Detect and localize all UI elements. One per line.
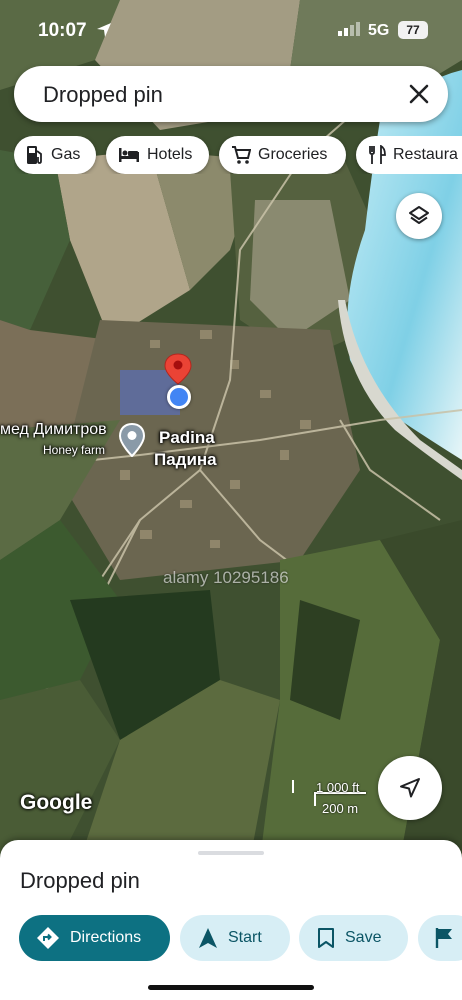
cart-icon bbox=[232, 146, 251, 164]
scale-feet-label: 1 000 ft bbox=[316, 780, 360, 795]
my-location-dot bbox=[167, 385, 191, 409]
dropped-pin-marker[interactable] bbox=[163, 353, 193, 385]
place-title: Dropped pin bbox=[20, 868, 140, 893]
start-label: Start bbox=[228, 929, 262, 946]
save-label: Save bbox=[345, 929, 382, 946]
scale-meters-label: 200 m bbox=[322, 801, 359, 816]
save-button[interactable]: Save bbox=[299, 915, 408, 961]
category-chips: Gas Hotels Groceries Restaura bbox=[14, 136, 462, 174]
watermark: alamy 10295186 bbox=[163, 568, 289, 587]
recenter-button[interactable] bbox=[378, 756, 442, 820]
bed-icon bbox=[119, 148, 139, 162]
chip-gas[interactable]: Gas bbox=[14, 136, 96, 174]
directions-icon bbox=[37, 927, 59, 949]
battery-indicator: 77 bbox=[398, 21, 428, 39]
start-button[interactable]: Start bbox=[180, 915, 290, 961]
action-buttons: Directions Start Save bbox=[0, 915, 462, 963]
home-indicator[interactable] bbox=[148, 985, 314, 990]
google-logo: Google bbox=[20, 791, 93, 814]
label-button[interactable] bbox=[418, 915, 462, 961]
satellite-map[interactable]: 10:07 5G 77 Dropped pin Gas Hotels Groce… bbox=[0, 0, 462, 860]
chip-restaurants[interactable]: Restaura bbox=[356, 136, 462, 174]
directions-label: Directions bbox=[70, 929, 142, 946]
search-query[interactable]: Dropped pin bbox=[43, 82, 163, 108]
chip-groceries[interactable]: Groceries bbox=[219, 136, 346, 174]
cutlery-icon bbox=[369, 145, 386, 164]
cellular-signal-icon bbox=[338, 22, 360, 36]
poi-name-label[interactable]: мед Димитров bbox=[0, 421, 107, 439]
place-bottom-sheet[interactable]: Dropped pin Directions Start Save bbox=[0, 840, 462, 1000]
chip-label: Groceries bbox=[258, 146, 328, 163]
directions-button[interactable]: Directions bbox=[19, 915, 170, 961]
search-bar[interactable]: Dropped pin bbox=[14, 66, 448, 122]
bookmark-icon bbox=[318, 928, 334, 948]
town-label-cyrillic: Падина bbox=[154, 450, 217, 469]
location-services-icon bbox=[97, 23, 111, 37]
map-layers-button[interactable] bbox=[396, 193, 442, 239]
layers-icon bbox=[409, 206, 429, 224]
poi-marker-icon[interactable] bbox=[118, 423, 146, 457]
status-time: 10:07 bbox=[38, 20, 87, 41]
scale-tick bbox=[292, 780, 294, 793]
drag-handle[interactable] bbox=[198, 851, 264, 855]
flag-icon bbox=[435, 928, 452, 948]
chip-label: Gas bbox=[51, 146, 81, 163]
poi-subtitle-label: Honey farm bbox=[43, 443, 106, 457]
town-label-latin: Padina bbox=[159, 428, 215, 447]
chip-label: Restaura bbox=[393, 146, 458, 163]
navigation-arrow-icon bbox=[199, 928, 217, 948]
close-icon[interactable] bbox=[408, 83, 430, 105]
network-type: 5G bbox=[368, 22, 390, 39]
navigation-arrow-icon bbox=[400, 778, 420, 798]
chip-hotels[interactable]: Hotels bbox=[106, 136, 209, 174]
gas-station-icon bbox=[27, 146, 42, 164]
chip-label: Hotels bbox=[147, 146, 193, 163]
map-scale: 1 000 ft 200 m bbox=[292, 780, 370, 816]
status-bar: 10:07 5G 77 bbox=[0, 0, 462, 56]
